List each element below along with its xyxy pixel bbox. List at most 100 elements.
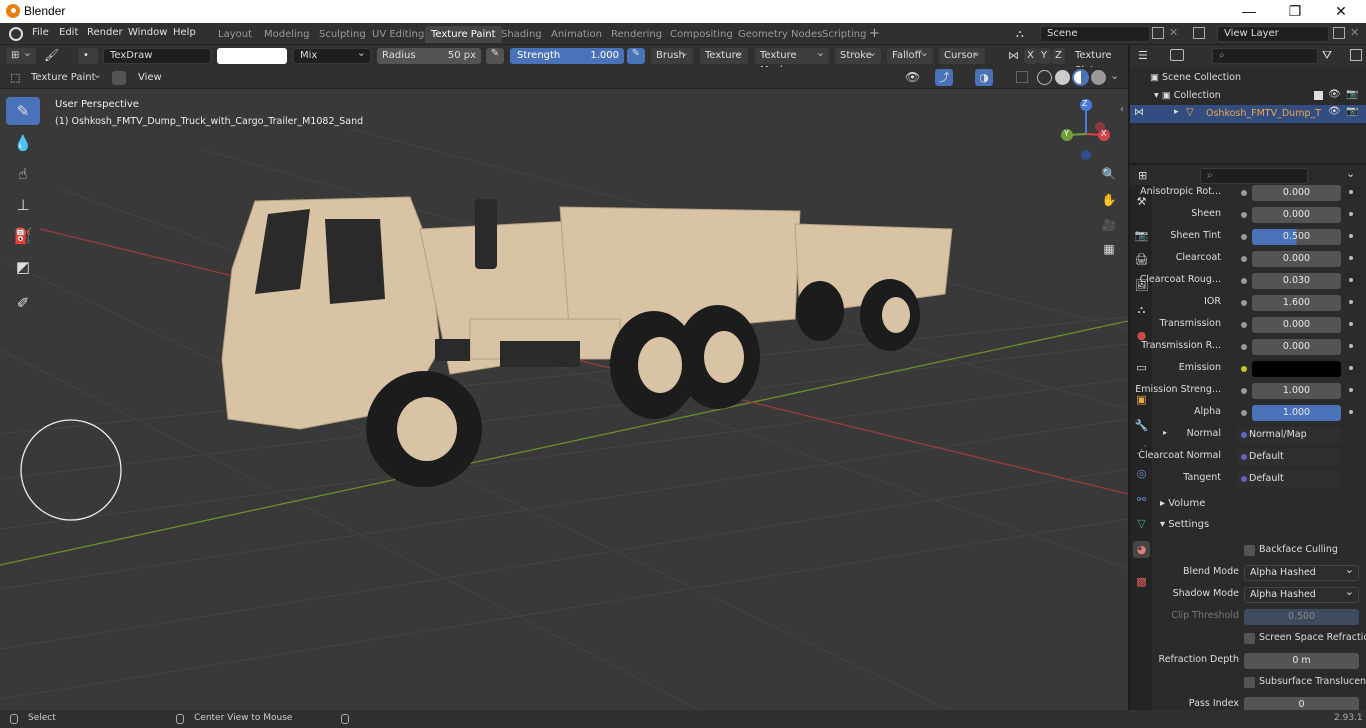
3d-viewport[interactable]: ✎ 💧 ☝ ⊥ ⛽ ◩ ✐ User Perspective (1) Oshko…	[0, 89, 1128, 710]
texture-menu[interactable]: Texture	[700, 45, 748, 64]
soften-tool-icon[interactable]: 💧	[6, 129, 40, 157]
mask-toggle-icon[interactable]	[112, 71, 126, 85]
expand-arrow-icon[interactable]: ▸	[1163, 428, 1167, 437]
view-layer-field[interactable]: View Layer	[1217, 26, 1329, 42]
menu-window[interactable]: Window	[128, 27, 167, 38]
menu-render[interactable]: Render	[87, 27, 123, 38]
texture-slots-menu[interactable]: Texture Slots	[1070, 48, 1128, 76]
socket-dot-icon[interactable]	[1241, 344, 1247, 350]
blender-menu-icon[interactable]	[9, 27, 23, 41]
new-view-layer-icon[interactable]	[1333, 27, 1345, 39]
rendered-shading-icon[interactable]	[1091, 70, 1106, 85]
prop-value-field[interactable]: 0.000	[1252, 317, 1341, 333]
mirror-y-toggle[interactable]: Y	[1038, 48, 1051, 64]
draw-tool-icon[interactable]: ✎	[6, 97, 40, 125]
brush-menu[interactable]: Brush	[651, 45, 693, 64]
brush-tool-icon[interactable]: 🖌	[44, 48, 59, 62]
prop-value-field[interactable]: Normal/Map	[1237, 427, 1341, 443]
texture-mask-menu[interactable]: Texture Mask	[755, 45, 829, 76]
tab-scripting[interactable]: Scripting	[816, 26, 872, 43]
filter-icon[interactable]: ⛛	[1322, 48, 1332, 63]
delete-scene-icon[interactable]: ✕	[1169, 26, 1178, 39]
socket-dot-icon[interactable]	[1241, 410, 1247, 416]
mask-tool-icon[interactable]: ◩	[6, 253, 40, 281]
radius-pressure-icon[interactable]: ✎	[486, 48, 504, 64]
menu-edit[interactable]: Edit	[59, 27, 78, 38]
tab-layout[interactable]: Layout	[212, 26, 258, 43]
keyframe-dot-icon[interactable]	[1349, 410, 1353, 414]
outliner-collection-row[interactable]: ▾ ▣ Collection	[1154, 90, 1221, 101]
shadow-mode-select[interactable]: Alpha Hashed	[1244, 585, 1359, 603]
socket-dot-icon[interactable]	[1241, 256, 1247, 262]
volume-section-header[interactable]: ▸ Volume	[1160, 498, 1205, 509]
brush-name-field[interactable]: TexDraw	[103, 48, 211, 64]
display-mode-icon[interactable]	[1170, 49, 1184, 61]
scene-icon[interactable]: ⛬	[1016, 27, 1024, 41]
subsurface-checkbox[interactable]	[1244, 677, 1255, 688]
properties-editor-icon[interactable]: ⊞	[1138, 169, 1147, 182]
constraints-tab-icon[interactable]: ⚯	[1133, 491, 1150, 508]
outliner-editor-icon[interactable]: ☰	[1138, 49, 1148, 62]
strength-slider[interactable]: Strength 1.000	[510, 48, 624, 64]
menu-file[interactable]: File	[32, 27, 49, 38]
material-tab-icon[interactable]: ◕	[1133, 541, 1150, 558]
sidebar-toggle-chevron-icon[interactable]: ‹	[1120, 104, 1124, 115]
tab-geometry-nodes[interactable]: Geometry Nodes	[732, 26, 828, 43]
cursor-menu[interactable]: Cursor	[939, 45, 985, 64]
clone-tool-icon[interactable]: ⊥	[6, 191, 40, 219]
view-layer-icon[interactable]	[1193, 27, 1205, 39]
delete-view-layer-icon[interactable]: ✕	[1350, 26, 1359, 39]
visibility-icon[interactable]: 👁	[905, 70, 920, 84]
keyframe-dot-icon[interactable]	[1349, 234, 1353, 238]
ssr-checkbox[interactable]	[1244, 633, 1255, 644]
prop-value-field[interactable]: 1.600	[1252, 295, 1341, 311]
keyframe-dot-icon[interactable]	[1349, 344, 1353, 348]
prop-value-field[interactable]: Default	[1237, 449, 1341, 465]
tab-uv-editing[interactable]: UV Editing	[366, 26, 430, 43]
prop-value-field[interactable]: 0.000	[1252, 251, 1341, 267]
settings-section-header[interactable]: ▾ Settings	[1160, 519, 1209, 530]
shading-options-chevron-icon[interactable]: ⌄	[1110, 69, 1119, 82]
prop-value-field[interactable]: 0.000	[1252, 339, 1341, 355]
gizmo-toggle-icon[interactable]: ⤴	[935, 69, 953, 86]
camera-view-icon[interactable]: 🎥	[1098, 214, 1120, 236]
mode-dropdown[interactable]: Texture Paint	[26, 67, 106, 86]
symmetry-icon[interactable]: ⋈	[1008, 49, 1019, 62]
stroke-menu[interactable]: Stroke	[835, 45, 881, 64]
prop-value-field[interactable]: 0.000	[1252, 185, 1341, 201]
properties-search-input[interactable]: ⌕	[1200, 168, 1308, 184]
socket-dot-icon[interactable]	[1241, 212, 1247, 218]
backface-culling-checkbox[interactable]	[1244, 545, 1255, 556]
brush-color-swatch[interactable]	[217, 48, 287, 64]
maximize-button[interactable]: ❐	[1272, 0, 1318, 23]
properties-options-chevron-icon[interactable]: ⌄	[1346, 167, 1355, 180]
xray-toggle-icon[interactable]	[1016, 71, 1028, 83]
prop-value-field[interactable]: 1.000	[1252, 405, 1341, 421]
menu-help[interactable]: Help	[173, 27, 196, 38]
prop-value-field[interactable]: 0.000	[1252, 207, 1341, 223]
brush-preview-icon[interactable]: •	[78, 48, 98, 64]
blend-mode-select[interactable]: Alpha Hashed	[1244, 563, 1359, 581]
mirror-x-toggle[interactable]: X	[1024, 48, 1037, 64]
socket-dot-icon[interactable]	[1241, 278, 1247, 284]
view-menu[interactable]: View	[138, 72, 162, 83]
prop-value-field[interactable]: Default	[1237, 471, 1341, 487]
keyframe-dot-icon[interactable]	[1349, 190, 1353, 194]
tab-texture-paint[interactable]: Texture Paint	[425, 26, 502, 43]
tab-animation[interactable]: Animation	[545, 26, 608, 43]
object-render-icon[interactable]: 📷	[1346, 106, 1358, 117]
editor-type-dropdown[interactable]: ⊞	[6, 45, 36, 64]
texture-tab-icon[interactable]: ▩	[1133, 573, 1150, 590]
socket-dot-icon[interactable]	[1241, 234, 1247, 240]
prop-value-field[interactable]: 0.030	[1252, 273, 1341, 289]
solid-shading-icon[interactable]	[1055, 70, 1070, 85]
tab-rendering[interactable]: Rendering	[605, 26, 668, 43]
keyframe-dot-icon[interactable]	[1349, 300, 1353, 304]
prop-value-field[interactable]: 1.000	[1252, 383, 1341, 399]
fill-tool-icon[interactable]: ⛽	[6, 222, 40, 250]
falloff-menu[interactable]: Falloff	[887, 45, 933, 64]
close-button[interactable]: ✕	[1318, 0, 1364, 23]
add-workspace-icon[interactable]: +	[869, 27, 883, 41]
prop-value-field[interactable]: 0.500	[1252, 229, 1341, 245]
outliner-scene-collection[interactable]: ▣ Scene Collection	[1150, 72, 1241, 83]
